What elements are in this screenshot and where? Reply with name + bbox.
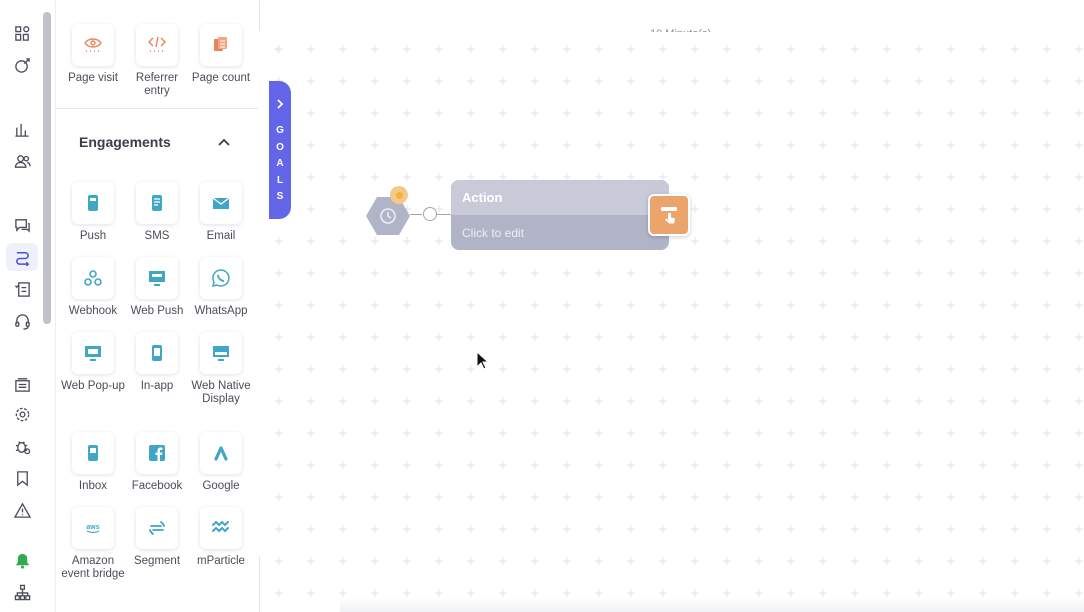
alert-warning-icon[interactable] [6,496,38,524]
facebook-icon [136,432,178,474]
org-hierarchy-icon[interactable] [6,578,38,606]
tile-label: Inbox [78,480,108,492]
web-native-display-icon [200,332,242,374]
aws-icon: aws [72,507,114,549]
bar-chart-icon[interactable] [6,115,38,143]
notifications-bell-icon[interactable] [6,546,38,574]
trigger-status-indicator [390,186,408,204]
push-icon [72,182,114,224]
bookmark-icon[interactable] [6,464,38,492]
whatsapp-icon [200,257,242,299]
debug-bug-icon[interactable] [6,432,38,460]
tile-label: Segment [133,555,181,567]
canvas-bottom-shadow [340,598,1084,612]
palette-item-web-popup[interactable]: Web Pop-up [61,332,125,393]
svg-text:aws: aws [86,524,99,531]
nav-scrollbar[interactable] [43,12,51,324]
mouse-cursor-icon [476,351,490,370]
chevron-right-icon [277,99,284,109]
palette-item-amazon-event-bridge[interactable]: aws Amazon event bridge [61,507,125,581]
tile-label: Referrer entry [135,72,179,97]
journeys-icon[interactable] [6,243,38,271]
messages-icon[interactable] [6,211,38,239]
connector-line [437,214,451,215]
palette-item-sms[interactable]: SMS [125,182,189,243]
tile-label: Page visit [68,72,118,84]
google-ads-icon [200,432,242,474]
tile-label: Web Push [130,305,184,317]
tile-label: mParticle [197,555,245,567]
web-popup-icon [72,332,114,374]
mparticle-icon [200,507,242,549]
tile-label: Amazon event bridge [61,555,125,580]
tile-label: Google [202,480,240,492]
palette-item-whatsapp[interactable]: WhatsApp [189,257,253,318]
eye-icon [72,24,114,66]
pages-icon [200,24,242,66]
in-app-icon [136,332,178,374]
web-push-icon [136,257,178,299]
tile-label: Web Pop-up [61,380,125,392]
tile-label: Facebook [131,480,183,492]
palette-item-web-push[interactable]: Web Push [125,257,189,318]
tile-label: Email [206,230,236,242]
sms-icon [136,182,178,224]
support-headset-icon[interactable] [6,307,38,335]
pointer-hand-icon [661,207,677,224]
palette-item-referrer-entry[interactable]: Referrer entry [125,24,189,98]
segment-icon [136,507,178,549]
flow-canvas[interactable] [260,32,1084,612]
tile-label: Web Native Display [191,380,251,405]
tile-label: Page count [191,72,251,84]
tile-label: SMS [144,230,170,242]
action-node-subtitle: Click to edit [462,226,525,240]
section-divider [56,108,259,109]
campaign-checklist-icon[interactable] [6,275,38,303]
goals-tab-label: GOALS [276,125,284,202]
connector-line [410,214,422,215]
users-icon[interactable] [6,147,38,175]
catalog-icon[interactable] [6,370,38,398]
action-node-type-icon [648,194,690,236]
palette-item-segment[interactable]: Segment [125,507,189,568]
tile-label: Webhook [68,305,118,317]
tile-label: WhatsApp [194,305,248,317]
dashboard-icon[interactable] [6,19,38,47]
node-palette: Page visit Referrer entry Page count Eng… [56,0,260,612]
app-nav-rail [0,0,56,612]
palette-item-email[interactable]: Email [189,182,253,243]
tile-label: In-app [140,380,174,392]
goals-tab[interactable]: GOALS [269,81,291,219]
palette-item-push[interactable]: Push [61,182,125,243]
chevron-up-icon[interactable] [216,134,232,150]
palette-item-inbox[interactable]: Inbox [61,432,125,493]
palette-item-webhook[interactable]: Webhook [61,257,125,318]
action-node-title: Action [451,180,669,215]
palette-item-page-visit[interactable]: Page visit [61,24,125,85]
code-icon [136,24,178,66]
palette-item-facebook[interactable]: Facebook [125,432,189,493]
inbox-icon [72,432,114,474]
palette-item-web-native-display[interactable]: Web Native Display [189,332,253,406]
canvas-grid [260,32,1084,612]
tile-label: Push [79,230,107,242]
analytics-compass-icon[interactable] [6,51,38,79]
palette-item-google[interactable]: Google [189,432,253,493]
settings-gear-icon[interactable] [6,400,38,428]
connector-port[interactable] [423,207,437,221]
palette-item-mparticle[interactable]: mParticle [189,507,253,568]
webhook-icon [72,257,114,299]
palette-item-page-count[interactable]: Page count [189,24,253,85]
email-icon [200,182,242,224]
palette-item-in-app[interactable]: In-app [125,332,189,393]
engagements-section-title[interactable]: Engagements [79,134,171,150]
action-node[interactable]: Action Click to edit [451,180,669,250]
